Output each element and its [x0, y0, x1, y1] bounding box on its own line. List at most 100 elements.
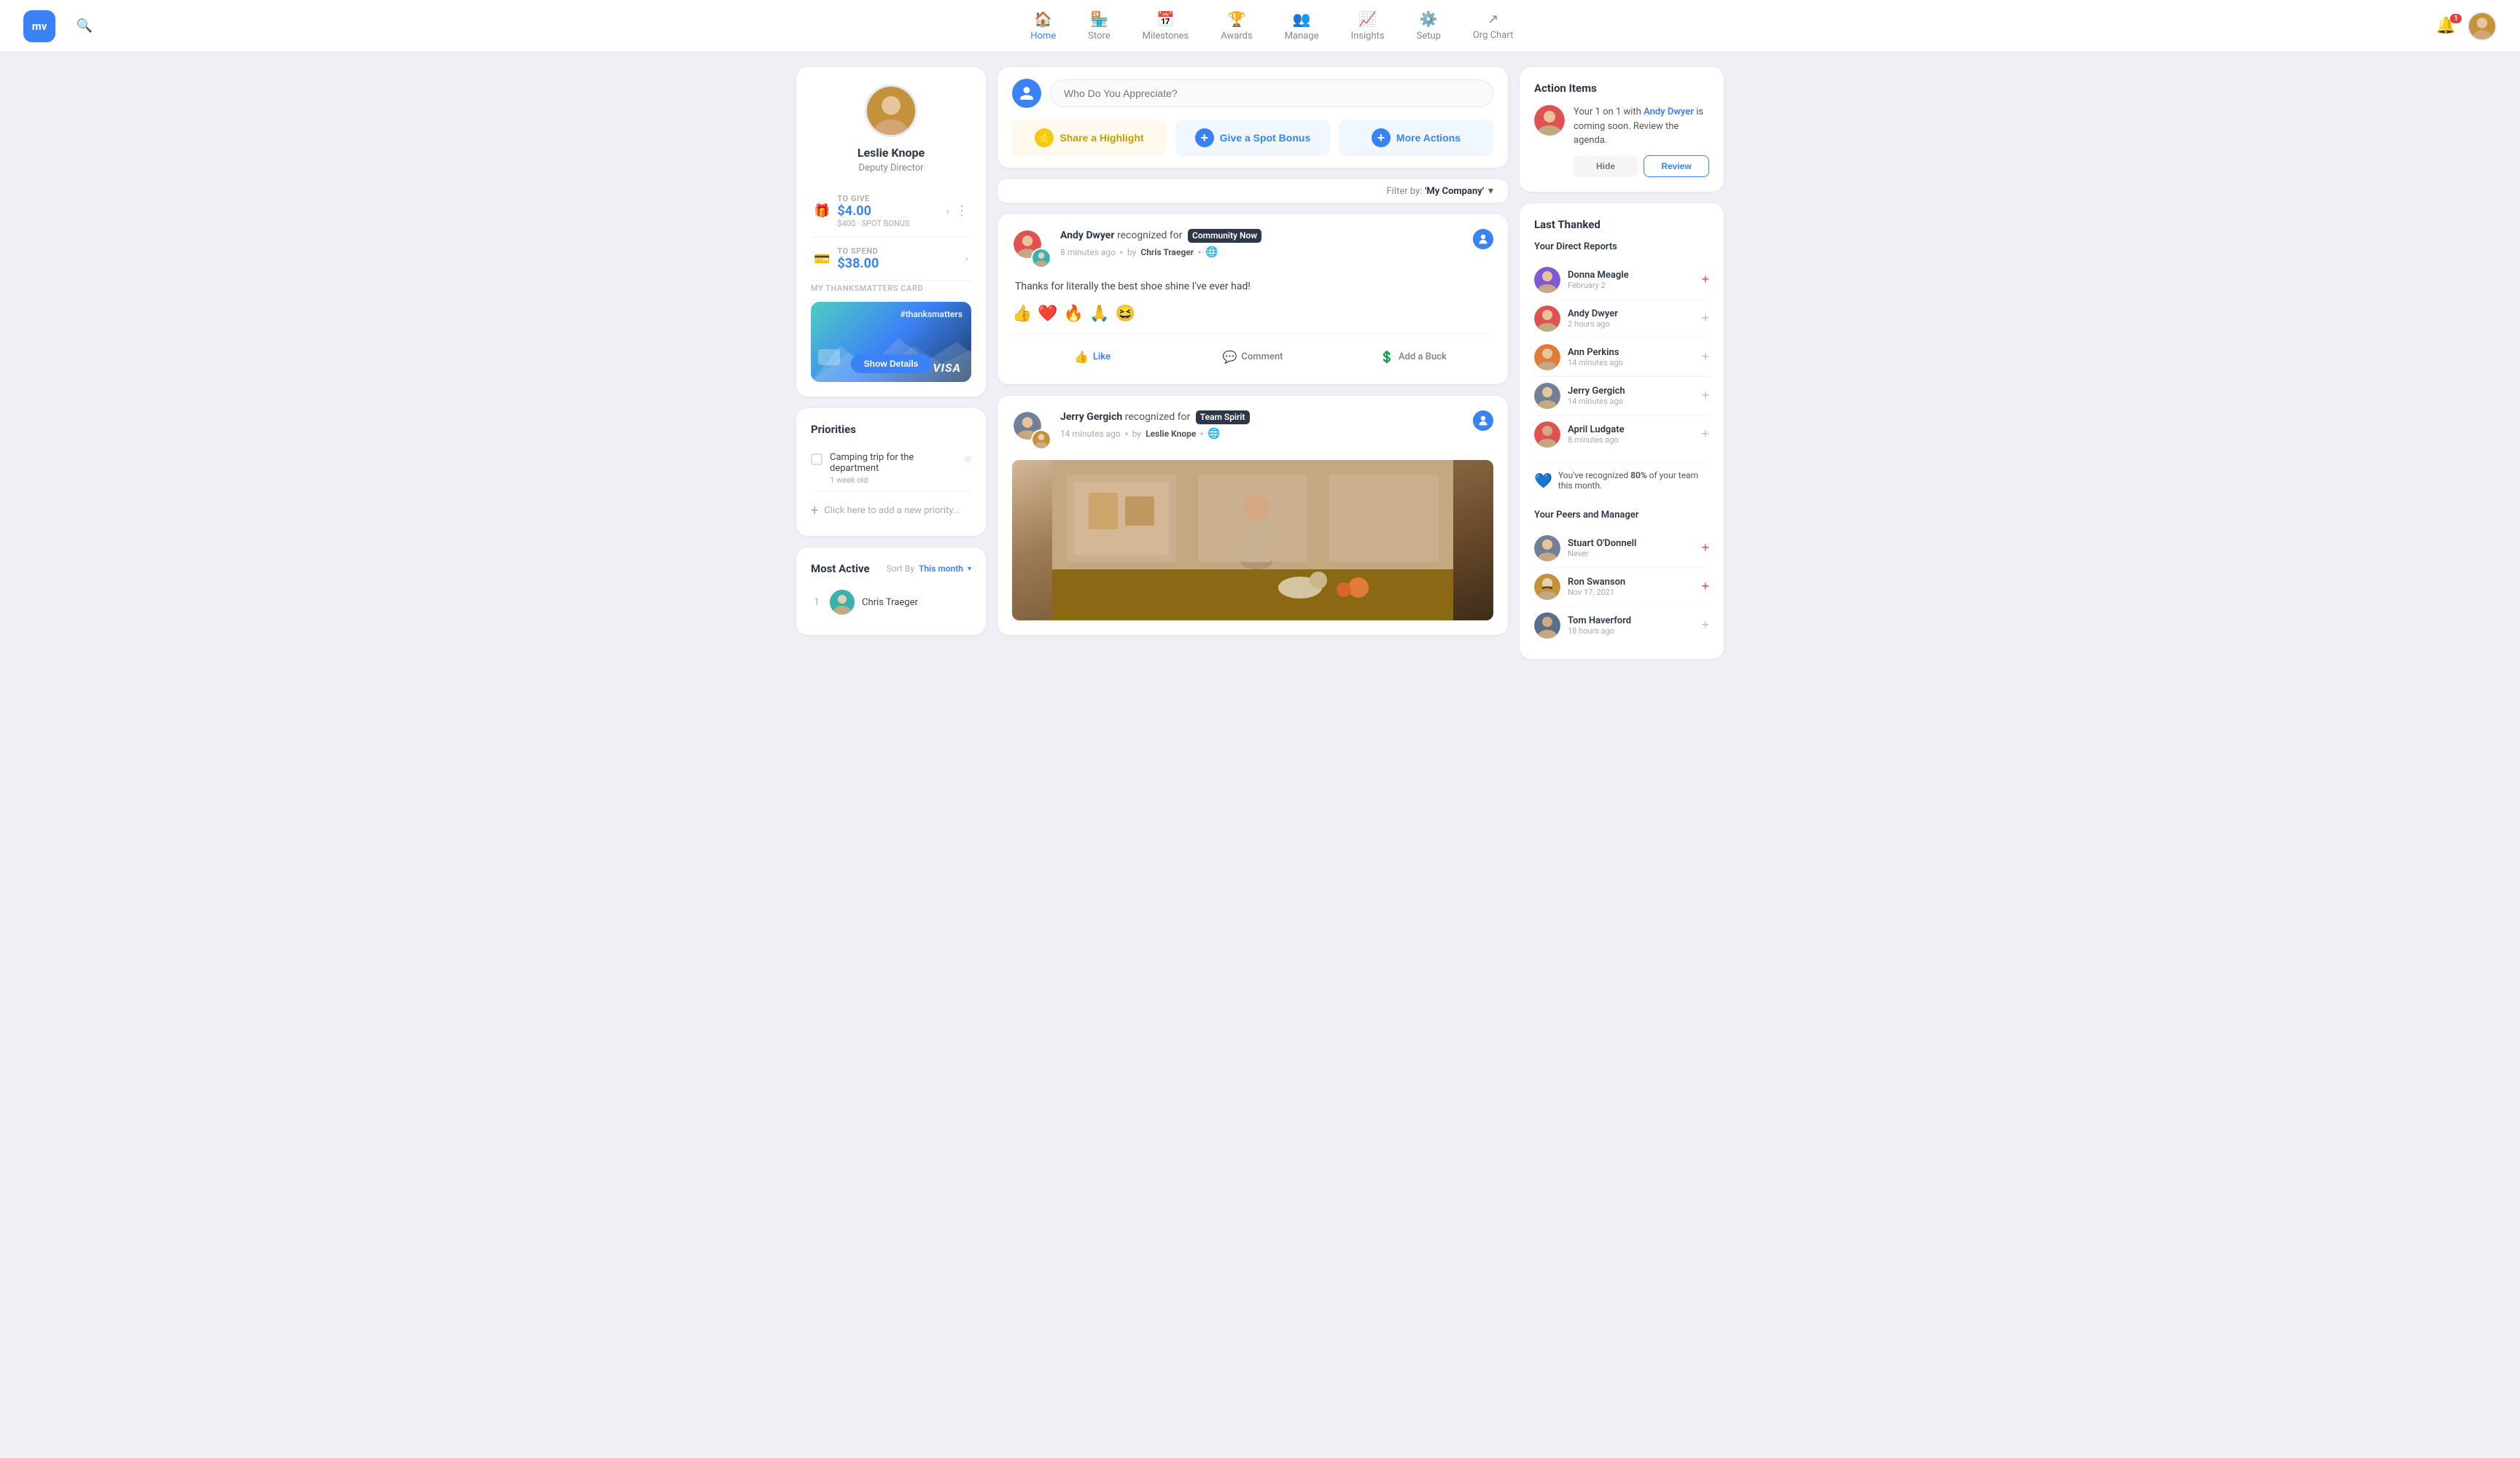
profile-avatar	[865, 85, 917, 137]
stuart-info: Stuart O'Donnell Never	[1568, 538, 1694, 558]
store-icon: 🏪	[1090, 10, 1108, 28]
pray-reaction[interactable]: 🙏	[1089, 305, 1109, 323]
nav-milestones[interactable]: 📅 Milestones	[1129, 4, 1202, 47]
ann-time: 14 minutes ago	[1568, 358, 1694, 367]
nav-awards[interactable]: 🏆 Awards	[1208, 4, 1265, 47]
andy-time: 2 hours ago	[1568, 319, 1694, 329]
add-tom-button[interactable]: +	[1701, 617, 1709, 633]
to-give-amount: $4.00	[837, 203, 909, 219]
peers-title: Your Peers and Manager	[1534, 510, 1709, 521]
heart-reaction[interactable]: ❤️	[1038, 305, 1057, 323]
nav-manage[interactable]: 👥 Manage	[1272, 4, 1332, 47]
give-spot-bonus-button[interactable]: + Give a Spot Bonus	[1175, 120, 1330, 156]
app-logo[interactable]: mv	[23, 10, 55, 42]
tom-info: Tom Haverford 18 hours ago	[1568, 615, 1694, 636]
sort-value[interactable]: This month	[919, 564, 963, 574]
page-body: Leslie Knope Deputy Director 🎁 TO GIVE $…	[779, 52, 1741, 674]
share-highlight-button[interactable]: ⭐ Share a Highlight	[1012, 120, 1167, 156]
filter-chevron-icon[interactable]: ▾	[1488, 185, 1493, 197]
nav-setup[interactable]: ⚙️ Setup	[1404, 4, 1454, 47]
dot-separator	[1120, 251, 1123, 254]
appreciate-input[interactable]	[1050, 79, 1493, 107]
add-stuart-button[interactable]: +	[1701, 540, 1709, 555]
comment-icon: 💬	[1223, 350, 1237, 364]
like-button[interactable]: 👍 Like	[1012, 344, 1172, 370]
follow-button-2[interactable]	[1473, 410, 1493, 431]
filter-value[interactable]: 'My Company'	[1425, 186, 1484, 197]
action-item-buttons: Hide Review	[1574, 155, 1709, 177]
add-donna-button[interactable]: +	[1701, 272, 1709, 287]
comment-button[interactable]: 💬 Comment	[1172, 344, 1333, 370]
action-item-avatar	[1534, 105, 1565, 136]
thumbs-up-reaction[interactable]: 👍	[1012, 305, 1032, 323]
priority-checkbox[interactable]	[811, 453, 822, 465]
milestones-icon: 📅	[1156, 10, 1175, 28]
team-spirit-badge: Team Spirit	[1196, 410, 1250, 424]
add-priority-plus-icon: +	[811, 503, 818, 518]
priority-drag-handle[interactable]: ≡	[965, 452, 971, 467]
profile-title: Deputy Director	[858, 163, 923, 174]
action-row-1: 👍 Like 💬 Comment 💲 Add a Buck	[1012, 344, 1493, 370]
priority-age: 1 week old	[830, 475, 957, 485]
add-april-button[interactable]: +	[1701, 426, 1709, 442]
plus-circle-icon: +	[1195, 128, 1214, 147]
recognition-note: 💙 You've recognized 80% of your team thi…	[1534, 462, 1709, 498]
most-active-sort[interactable]: Sort By This month ▾	[887, 564, 971, 574]
photo-content	[1012, 460, 1493, 620]
thanks-card-widget[interactable]: #thanksmatters VISA Show Details	[811, 302, 971, 382]
feed-time-row-1: 8 minutes ago by Chris Traeger 🌐	[1060, 246, 1464, 258]
insights-icon: 📈	[1358, 10, 1377, 28]
feed-avatar-sub-chris	[1031, 248, 1051, 268]
filter-bar: Filter by: 'My Company' ▾	[998, 179, 1508, 203]
more-actions-button[interactable]: + More Actions	[1339, 120, 1493, 156]
appreciate-input-row	[1012, 79, 1493, 108]
add-andy-button[interactable]: +	[1701, 311, 1709, 326]
profile-name: Leslie Knope	[858, 146, 925, 160]
to-spend-row[interactable]: 💳 TO SPEND $38.00 ›	[811, 238, 971, 281]
laugh-reaction[interactable]: 😆	[1116, 305, 1135, 323]
dot-sep-3	[1125, 432, 1128, 435]
ma-name: Chris Traeger	[862, 597, 918, 608]
nav-insights[interactable]: 📈 Insights	[1338, 4, 1398, 47]
ma-rank: 1	[811, 597, 822, 608]
andy-info: Andy Dwyer 2 hours ago	[1568, 308, 1694, 329]
review-button[interactable]: Review	[1644, 155, 1709, 177]
nav-store[interactable]: 🏪 Store	[1075, 4, 1123, 47]
to-give-row[interactable]: 🎁 TO GIVE $4.00 $400 · SPOT BONUS › ⋮	[811, 185, 971, 238]
buck-icon: 💲	[1380, 350, 1394, 364]
search-button[interactable]: 🔍	[73, 15, 96, 38]
thanked-item-jerry: Jerry Gergich 14 minutes ago +	[1534, 377, 1709, 416]
add-ron-button[interactable]: +	[1701, 579, 1709, 594]
add-jerry-button[interactable]: +	[1701, 388, 1709, 403]
spot-bonus-label: $400 · SPOT BONUS	[837, 219, 909, 228]
ron-time: Nov 17, 2021	[1568, 588, 1694, 597]
user-avatar-nav[interactable]	[2468, 12, 2497, 41]
most-active-title: Most Active	[811, 562, 870, 575]
plus-icon: +	[1372, 128, 1391, 147]
feed-names-1: Andy Dwyer recognized for Community Now	[1060, 229, 1464, 243]
show-details-button[interactable]: Show Details	[851, 354, 932, 373]
andy-dwyer-link[interactable]: Andy Dwyer	[1644, 106, 1694, 117]
nav-org-chart[interactable]: ↗ Org Chart	[1460, 6, 1526, 47]
notification-badge: 1	[2450, 14, 2462, 23]
jerry-avatar	[1534, 383, 1560, 409]
nav-bar: mv 🔍 🏠 Home 🏪 Store 📅 Milestones 🏆 Award…	[0, 0, 2520, 52]
add-ann-button[interactable]: +	[1701, 349, 1709, 364]
ann-info: Ann Perkins 14 minutes ago	[1568, 347, 1694, 367]
add-priority-button[interactable]: + Click here to add a new priority...	[811, 500, 971, 521]
nav-home[interactable]: 🏠 Home	[1017, 4, 1069, 47]
feed-names-2: Jerry Gergich recognized for Team Spirit	[1060, 410, 1464, 425]
follow-button-1[interactable]	[1473, 229, 1493, 249]
fire-reaction[interactable]: 🔥	[1064, 305, 1084, 323]
feed-post-1: Andy Dwyer recognized for Community Now …	[998, 214, 1508, 384]
to-give-dots[interactable]: ⋮	[955, 203, 968, 219]
home-icon: 🏠	[1034, 10, 1052, 28]
thanked-item-donna: Donna Meagle February 2 +	[1534, 261, 1709, 300]
room-illustration	[1012, 460, 1493, 620]
notification-bell[interactable]: 🔔 1	[2436, 17, 2456, 35]
org-chart-icon: ↗	[1488, 12, 1498, 27]
add-buck-button[interactable]: 💲 Add a Buck	[1333, 344, 1493, 370]
april-name: April Ludgate	[1568, 424, 1694, 435]
hide-button[interactable]: Hide	[1574, 155, 1638, 177]
action-item-row: Your 1 on 1 with Andy Dwyer is coming so…	[1534, 105, 1709, 177]
